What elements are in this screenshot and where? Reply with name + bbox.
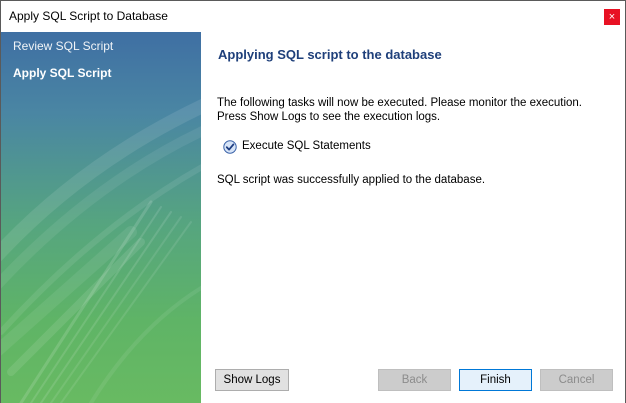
sidebar-item-review-sql-script: Review SQL Script bbox=[13, 39, 114, 53]
check-circle-icon bbox=[223, 140, 237, 154]
wizard-sidebar: Review SQL Script Apply SQL Script bbox=[1, 32, 201, 403]
description-line-1: The following tasks will now be executed… bbox=[217, 97, 583, 109]
window-title: Apply SQL Script to Database bbox=[9, 9, 168, 23]
close-button[interactable]: × bbox=[604, 9, 620, 25]
close-icon: × bbox=[608, 11, 616, 23]
description-text: The following tasks will now be executed… bbox=[217, 96, 582, 124]
title-bar: Apply SQL Script to Database × bbox=[1, 1, 625, 32]
description-line-2: Press Show Logs to see the execution log… bbox=[217, 111, 441, 123]
sidebar-decoration bbox=[1, 98, 201, 403]
show-logs-button[interactable]: Show Logs bbox=[215, 369, 289, 391]
back-button[interactable]: Back bbox=[378, 369, 451, 391]
dialog-window: Apply SQL Script to Database × Review SQ… bbox=[0, 0, 626, 403]
page-title: Applying SQL script to the database bbox=[218, 47, 442, 62]
result-message: SQL script was successfully applied to t… bbox=[217, 174, 486, 186]
sidebar-item-apply-sql-script: Apply SQL Script bbox=[13, 66, 112, 80]
finish-button[interactable]: Finish bbox=[459, 369, 532, 391]
wizard-content: Applying SQL script to the database The … bbox=[201, 32, 625, 403]
cancel-button[interactable]: Cancel bbox=[540, 369, 613, 391]
task-label: Execute SQL Statements bbox=[242, 140, 371, 152]
